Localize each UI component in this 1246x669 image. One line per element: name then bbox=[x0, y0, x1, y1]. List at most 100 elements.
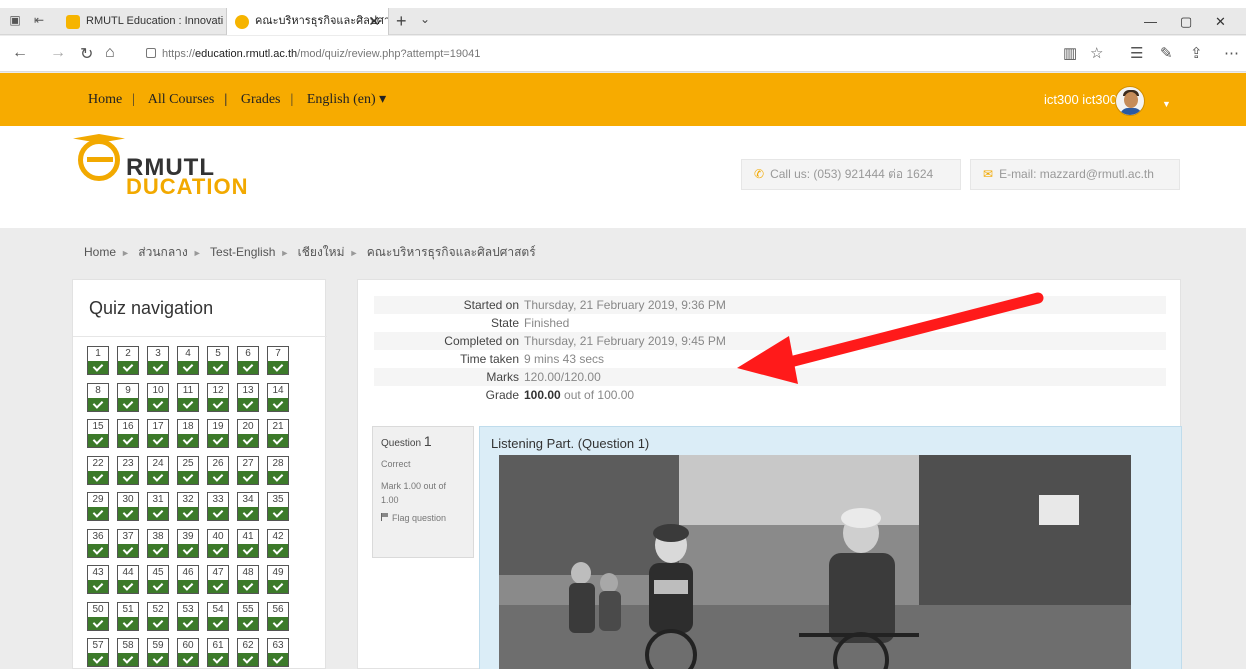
avatar[interactable] bbox=[1115, 86, 1145, 116]
home-icon[interactable]: ⌂ bbox=[105, 44, 115, 62]
nav-grades[interactable]: Grades bbox=[241, 92, 281, 107]
quiz-nav-button[interactable]: 23 bbox=[117, 455, 139, 485]
quiz-nav-button[interactable]: 7 bbox=[267, 346, 289, 375]
quiz-nav-button[interactable]: 17 bbox=[147, 419, 169, 448]
quiz-nav-button[interactable]: 14 bbox=[267, 382, 289, 412]
quiz-nav-button[interactable]: 19 bbox=[207, 419, 229, 448]
contact-email[interactable]: ✉ E-mail: mazzard@rmutl.ac.th bbox=[970, 159, 1180, 190]
quiz-nav-button[interactable]: 35 bbox=[267, 492, 289, 521]
quiz-nav-button[interactable]: 43 bbox=[87, 565, 109, 594]
quiz-nav-button[interactable]: 54 bbox=[207, 601, 229, 631]
quiz-nav-button[interactable]: 10 bbox=[147, 382, 169, 412]
quiz-nav-button[interactable]: 61 bbox=[207, 638, 229, 667]
quiz-nav-button[interactable]: 58 bbox=[117, 638, 139, 667]
quiz-nav-button[interactable]: 63 bbox=[267, 638, 289, 667]
quiz-nav-button[interactable]: 16 bbox=[117, 419, 139, 448]
quiz-nav-button[interactable]: 62 bbox=[237, 638, 259, 667]
quiz-nav-button[interactable]: 11 bbox=[177, 382, 199, 412]
quiz-nav-button[interactable]: 32 bbox=[177, 492, 199, 521]
breadcrumb-item[interactable]: เชียงใหม่ bbox=[298, 245, 345, 259]
quiz-nav-button[interactable]: 3 bbox=[147, 346, 169, 375]
reading-view-icon[interactable]: ▥ bbox=[1063, 44, 1077, 62]
notes-icon[interactable]: ✎ bbox=[1160, 44, 1173, 62]
quiz-nav-button[interactable]: 9 bbox=[117, 382, 139, 412]
favorite-star-icon[interactable]: ☆ bbox=[1090, 44, 1103, 62]
close-window-icon[interactable]: ✕ bbox=[1215, 14, 1226, 30]
minimize-icon[interactable]: — bbox=[1144, 14, 1157, 29]
quiz-nav-button[interactable]: 42 bbox=[267, 528, 289, 558]
user-name[interactable]: ict300 ict300 bbox=[1044, 85, 1117, 115]
quiz-nav-button[interactable]: 48 bbox=[237, 565, 259, 594]
user-menu-caret-icon[interactable]: ▼ bbox=[1162, 99, 1171, 109]
quiz-nav-button[interactable]: 34 bbox=[237, 492, 259, 521]
logo-text-bottom[interactable]: DUCATION bbox=[126, 176, 248, 198]
quiz-nav-button[interactable]: 45 bbox=[147, 565, 169, 594]
quiz-nav-button[interactable]: 36 bbox=[87, 528, 109, 558]
share-icon[interactable]: ⇪ bbox=[1190, 44, 1203, 62]
quiz-nav-button[interactable]: 30 bbox=[117, 492, 139, 521]
quiz-nav-button[interactable]: 52 bbox=[147, 601, 169, 631]
quiz-nav-button[interactable]: 44 bbox=[117, 565, 139, 594]
quiz-nav-button[interactable]: 25 bbox=[177, 455, 199, 485]
tab-aside-icon[interactable]: ⇤ bbox=[32, 13, 46, 27]
quiz-nav-button[interactable]: 38 bbox=[147, 528, 169, 558]
favorites-icon[interactable]: ☰ bbox=[1130, 44, 1143, 62]
quiz-nav-button[interactable]: 24 bbox=[147, 455, 169, 485]
more-icon[interactable]: ⋯ bbox=[1224, 44, 1239, 62]
quiz-nav-button[interactable]: 60 bbox=[177, 638, 199, 667]
breadcrumb-item[interactable]: ส่วนกลาง bbox=[138, 245, 187, 259]
maximize-icon[interactable]: ▢ bbox=[1180, 14, 1192, 30]
refresh-icon[interactable]: ↻ bbox=[80, 44, 93, 64]
browser-tab-rmutl[interactable]: RMUTL Education : Innovati bbox=[58, 8, 224, 35]
quiz-nav-button[interactable]: 5 bbox=[207, 346, 229, 375]
quiz-nav-button[interactable]: 55 bbox=[237, 601, 259, 631]
forward-icon[interactable]: → bbox=[50, 44, 66, 62]
quiz-nav-button[interactable]: 8 bbox=[87, 382, 109, 412]
quiz-nav-button[interactable]: 27 bbox=[237, 455, 259, 485]
breadcrumb-item[interactable]: Home bbox=[84, 245, 116, 259]
tab-list-icon[interactable]: ▣ bbox=[8, 13, 22, 27]
quiz-nav-button[interactable]: 26 bbox=[207, 455, 229, 485]
quiz-nav-button[interactable]: 50 bbox=[87, 601, 109, 631]
quiz-nav-button[interactable]: 18 bbox=[177, 419, 199, 448]
quiz-nav-button[interactable]: 49 bbox=[267, 565, 289, 594]
breadcrumb-item[interactable]: คณะบริหารธุรกิจและศิลปศาสตร์ bbox=[367, 245, 536, 259]
quiz-nav-button[interactable]: 40 bbox=[207, 528, 229, 558]
quiz-nav-button[interactable]: 1 bbox=[87, 346, 109, 375]
quiz-nav-button[interactable]: 56 bbox=[267, 601, 289, 631]
nav-language[interactable]: English (en) ▾ bbox=[307, 92, 386, 107]
browser-tab-active[interactable]: คณะบริหารธุรกิจและศิลปศา ✕ bbox=[226, 8, 389, 35]
quiz-nav-button[interactable]: 13 bbox=[237, 382, 259, 412]
quiz-nav-button[interactable]: 21 bbox=[267, 419, 289, 448]
quiz-nav-button[interactable]: 46 bbox=[177, 565, 199, 594]
nav-all-courses[interactable]: All Courses bbox=[148, 92, 215, 107]
nav-home[interactable]: Home bbox=[88, 92, 122, 107]
quiz-nav-button[interactable]: 33 bbox=[207, 492, 229, 521]
quiz-nav-button[interactable]: 15 bbox=[87, 419, 109, 448]
url-field[interactable]: https://education.rmutl.ac.th/mod/quiz/r… bbox=[138, 43, 898, 65]
flag-question-link[interactable]: Flag question bbox=[381, 513, 465, 523]
quiz-nav-button[interactable]: 53 bbox=[177, 601, 199, 631]
back-icon[interactable]: ← bbox=[12, 44, 28, 62]
quiz-nav-button[interactable]: 47 bbox=[207, 565, 229, 594]
quiz-nav-button[interactable]: 2 bbox=[117, 346, 139, 375]
quiz-nav-button[interactable]: 59 bbox=[147, 638, 169, 667]
new-tab-icon[interactable]: + bbox=[396, 11, 407, 32]
quiz-nav-button[interactable]: 20 bbox=[237, 419, 259, 448]
quiz-nav-button[interactable]: 41 bbox=[237, 528, 259, 558]
tab-preview-icon[interactable]: ⌄ bbox=[420, 12, 430, 26]
quiz-nav-button[interactable]: 57 bbox=[87, 638, 109, 667]
quiz-nav-button[interactable]: 28 bbox=[267, 455, 289, 485]
quiz-nav-button[interactable]: 37 bbox=[117, 528, 139, 558]
quiz-nav-button[interactable]: 51 bbox=[117, 601, 139, 631]
close-tab-icon[interactable]: ✕ bbox=[368, 8, 380, 35]
quiz-nav-button[interactable]: 29 bbox=[87, 492, 109, 521]
quiz-nav-button[interactable]: 31 bbox=[147, 492, 169, 521]
quiz-nav-button[interactable]: 4 bbox=[177, 346, 199, 375]
quiz-nav-button[interactable]: 6 bbox=[237, 346, 259, 375]
quiz-nav-button[interactable]: 22 bbox=[87, 455, 109, 485]
quiz-nav-button[interactable]: 12 bbox=[207, 382, 229, 412]
quiz-nav-button[interactable]: 39 bbox=[177, 528, 199, 558]
logo-e-icon[interactable] bbox=[78, 139, 120, 181]
breadcrumb-item[interactable]: Test-English bbox=[210, 245, 275, 259]
